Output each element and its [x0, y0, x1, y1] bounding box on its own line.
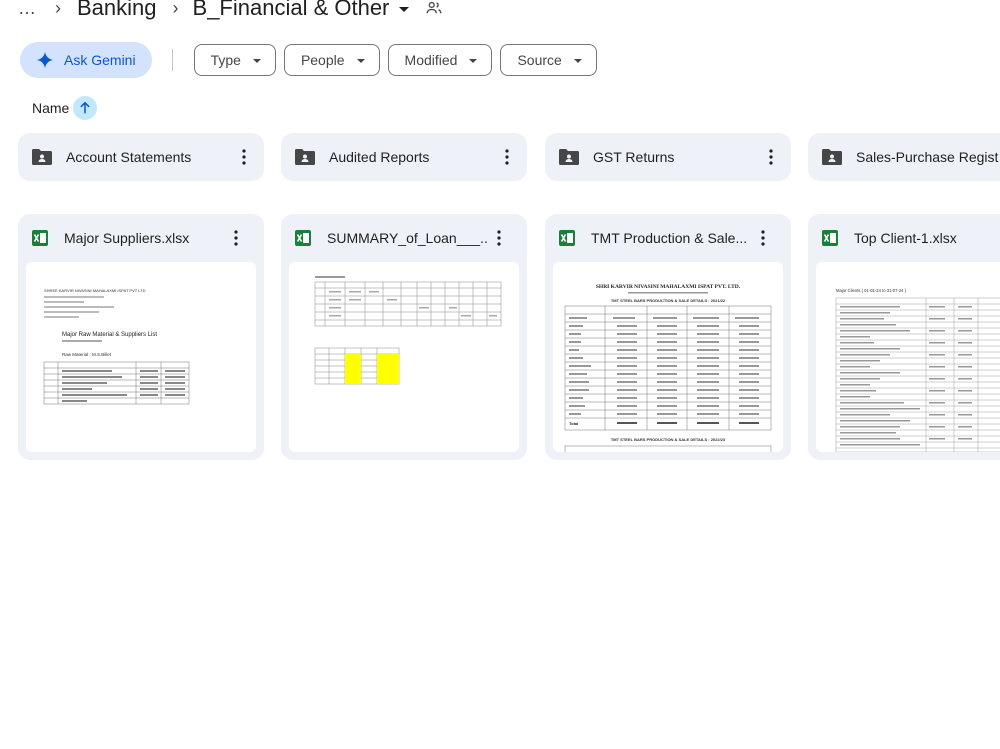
shared-folder-icon	[822, 149, 842, 165]
file-thumbnail	[289, 262, 519, 452]
filter-bar: Ask Gemini Type People Modified Source	[20, 42, 605, 78]
thumb-title-2: TMT STEEL BARS PRODUCTION & SALE DETAILS…	[611, 437, 726, 442]
spreadsheet-preview: Major Clients ( 01-01-24 to 31-07-24 )	[835, 288, 1000, 452]
breadcrumb-current-label: B_Financial & Other	[192, 0, 390, 20]
caret-down-icon	[469, 59, 478, 63]
file-name: TMT Production & Sale...	[591, 230, 748, 246]
folder-gst-returns[interactable]: GST Returns	[545, 133, 791, 181]
gemini-spark-icon	[36, 51, 54, 69]
file-card-header: TMT Production & Sale...	[559, 224, 783, 252]
shared-folder-icon	[32, 149, 52, 165]
more-vert-icon[interactable]	[751, 230, 775, 246]
highlighted-cells	[377, 354, 399, 384]
chevron-right-icon: ›	[55, 0, 61, 18]
more-vert-icon[interactable]	[495, 149, 519, 165]
chip-label: Source	[517, 52, 562, 68]
file-thumbnail: SHREE KARVIR NIVASINI MAHALAXMI ISPAT PV…	[26, 262, 256, 452]
thumb-subtitle: Raw Material : M.S.Billet	[62, 352, 112, 357]
chip-label: People	[300, 52, 345, 68]
sheets-file-icon	[559, 230, 575, 246]
breadcrumb-current-folder[interactable]: B_Financial & Other	[193, 0, 410, 21]
thumb-title: TMT STEEL BARS PRODUCTION & SALE DETAILS…	[611, 298, 726, 303]
arrow-up-icon[interactable]	[73, 96, 98, 120]
drive-folder-view: … › Banking › B_Financial & Other Ask Ge…	[0, 0, 1000, 749]
thumb-header: SHREE KARVIR NIVASINI MAHALAXMI ISPAT PV…	[44, 288, 146, 293]
sheets-file-icon	[822, 230, 838, 246]
file-card-major-suppliers[interactable]: Major Suppliers.xlsx SHREE KARVIR NIVASI…	[18, 214, 264, 460]
file-name: Major Suppliers.xlsx	[64, 230, 190, 246]
spreadsheet-preview	[314, 276, 502, 385]
folder-sales-purchase[interactable]: Sales-Purchase Regist	[808, 133, 1000, 181]
caret-down-icon	[573, 59, 582, 63]
divider	[171, 49, 173, 71]
file-card-header: Major Suppliers.xlsx	[32, 224, 256, 252]
more-vert-icon[interactable]	[224, 230, 248, 246]
caret-down-icon	[252, 59, 261, 63]
spreadsheet-preview: SHRI KARVIR NIVASINI MAHALAXMI ISPAT PVT…	[564, 284, 772, 452]
breadcrumb-more-button[interactable]: …	[14, 0, 41, 19]
caret-down-icon	[356, 59, 365, 63]
chip-label: Modified	[404, 52, 458, 68]
breadcrumb: … › Banking › B_Financial & Other	[14, 0, 443, 24]
folder-name: Audited Reports	[329, 149, 430, 165]
thumb-header: SHRI KARVIR NIVASINI MAHALAXMI ISPAT PVT…	[596, 284, 741, 290]
thumb-total: Total	[569, 421, 578, 426]
folder-audited-reports[interactable]: Audited Reports	[281, 133, 527, 181]
ask-gemini-label: Ask Gemini	[64, 52, 136, 68]
file-name: SUMMARY_of_Loan___...	[327, 230, 487, 246]
folder-name: GST Returns	[593, 149, 675, 165]
file-card-top-client[interactable]: Top Client-1.xlsx Major Clients ( 01-01-…	[808, 214, 1000, 460]
thumb-header: Major Clients ( 01-01-24 to 31-07-24 )	[836, 288, 907, 293]
file-thumbnail: Major Clients ( 01-01-24 to 31-07-24 )	[816, 262, 1000, 452]
thumb-title: Major Raw Material & Suppliers List	[62, 332, 157, 338]
file-card-summary-of-loan[interactable]: SUMMARY_of_Loan___...	[281, 214, 527, 460]
sheets-file-icon	[295, 230, 311, 246]
sort-label: Name	[32, 100, 70, 116]
folder-name: Sales-Purchase Regist	[856, 149, 999, 165]
filter-modified-chip[interactable]: Modified	[387, 44, 493, 76]
highlighted-cells	[345, 354, 361, 384]
shared-folder-icon	[559, 149, 579, 165]
filter-source-chip[interactable]: Source	[500, 44, 597, 76]
more-vert-icon[interactable]	[232, 149, 256, 165]
file-thumbnail: SHRI KARVIR NIVASINI MAHALAXMI ISPAT PVT…	[553, 262, 783, 452]
folder-account-statements[interactable]: Account Statements	[18, 133, 264, 181]
filter-type-chip[interactable]: Type	[193, 44, 276, 76]
shared-folder-icon	[295, 149, 315, 165]
ask-gemini-button[interactable]: Ask Gemini	[20, 42, 152, 78]
caret-down-icon	[399, 6, 410, 12]
filter-people-chip[interactable]: People	[283, 44, 380, 76]
file-name: Top Client-1.xlsx	[854, 230, 957, 246]
chip-label: Type	[210, 52, 241, 68]
sort-by-name[interactable]: Name	[32, 96, 98, 120]
file-card-header: SUMMARY_of_Loan___...	[295, 224, 519, 252]
more-vert-icon[interactable]	[487, 230, 511, 246]
spreadsheet-preview: SHREE KARVIR NIVASINI MAHALAXMI ISPAT PV…	[43, 288, 190, 405]
chevron-right-icon: ›	[172, 0, 179, 18]
file-card-header: Top Client-1.xlsx	[822, 224, 992, 252]
breadcrumb-item-banking[interactable]: Banking	[75, 0, 159, 21]
sheets-file-icon	[32, 230, 48, 246]
shared-people-icon[interactable]	[425, 0, 443, 17]
folder-name: Account Statements	[66, 149, 192, 165]
file-card-tmt-production[interactable]: TMT Production & Sale... SHRI KARVIR NIV…	[545, 214, 791, 460]
more-vert-icon[interactable]	[759, 149, 783, 165]
